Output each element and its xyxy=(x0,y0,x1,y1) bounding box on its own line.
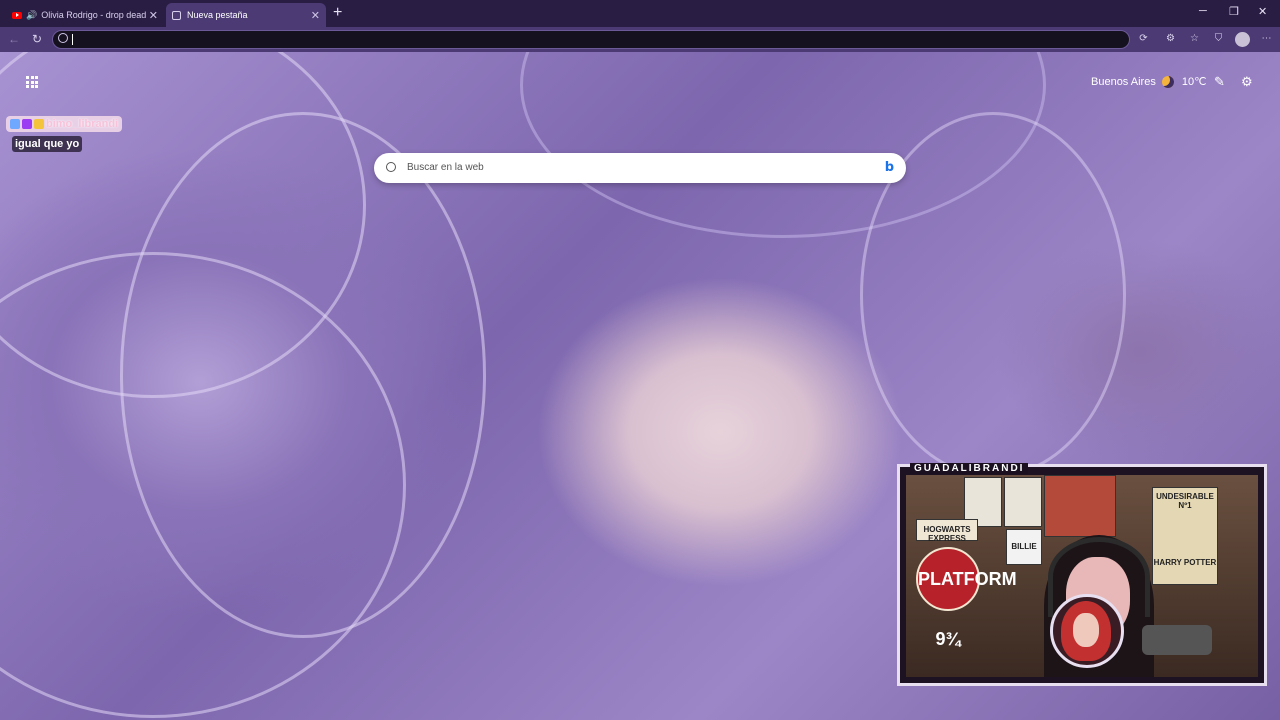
extension-icon[interactable]: ⟳ xyxy=(1138,33,1149,44)
title-bar: 🔊 Olivia Rodrigo - drop dead (a ✕ Nueva … xyxy=(0,0,1280,27)
apps-launcher-icon[interactable] xyxy=(26,76,38,88)
poster xyxy=(1044,475,1116,537)
weather-widget[interactable]: Buenos Aires 10℃ xyxy=(1091,75,1206,88)
platform-sign: PLATFORM 9¾ xyxy=(916,547,1017,649)
pencil-icon[interactable]: ✎ xyxy=(1214,74,1225,90)
microphone xyxy=(1142,625,1212,655)
poster-billie: BILLIE xyxy=(1006,529,1042,565)
restore-button[interactable]: ❐ xyxy=(1229,5,1239,18)
back-button[interactable]: ← xyxy=(8,32,20,46)
tab-youtube[interactable]: 🔊 Olivia Rodrigo - drop dead (a ✕ xyxy=(6,3,164,27)
address-bar[interactable] xyxy=(52,30,1130,49)
bing-icon[interactable]: b xyxy=(885,160,894,175)
tab-new-tab[interactable]: Nueva pestaña ✕ xyxy=(166,3,326,27)
favorites-icon[interactable]: ☆ xyxy=(1189,33,1200,44)
speaker-icon[interactable]: 🔊 xyxy=(26,10,37,21)
badge-icon xyxy=(34,119,44,129)
streamer-avatar xyxy=(1050,594,1124,668)
webcam-title: GUADALIBRANDI xyxy=(910,463,1029,474)
browser-essentials-icon[interactable]: ⚙ xyxy=(1165,33,1176,44)
search-icon xyxy=(58,33,68,43)
browser-toolbar: ← ↻ ⟳ ⚙ ☆ ⛉ ⋯ xyxy=(0,27,1280,52)
more-menu-icon[interactable]: ⋯ xyxy=(1261,33,1272,44)
search-icon xyxy=(386,162,396,172)
search-input[interactable]: Buscar en la web xyxy=(407,162,484,173)
refresh-button[interactable]: ↻ xyxy=(32,32,42,46)
avatar-face xyxy=(1073,613,1099,647)
web-search-box[interactable]: Buscar en la web b xyxy=(374,153,906,183)
weather-city: Buenos Aires xyxy=(1091,75,1156,88)
shield-icon[interactable]: ⛉ xyxy=(1213,33,1224,44)
moon-icon xyxy=(1161,75,1174,88)
text-caret xyxy=(72,34,73,45)
subscriber-badge-icon xyxy=(22,119,32,129)
tab-title: Olivia Rodrigo - drop dead (a xyxy=(41,10,150,20)
weather-temp: 10℃ xyxy=(1181,76,1207,88)
youtube-icon xyxy=(12,11,22,19)
poster xyxy=(1004,477,1042,527)
profile-avatar[interactable] xyxy=(1235,32,1250,47)
chat-message: igual que yo xyxy=(12,136,83,152)
minimize-button[interactable]: ─ xyxy=(1199,5,1207,17)
poster-undesirable: UNDESIRABLE Nº1 HARRY POTTER xyxy=(1152,487,1218,585)
gear-icon[interactable]: ⚙ xyxy=(1241,74,1253,90)
new-tab-button[interactable]: + xyxy=(333,4,342,22)
close-tab-icon[interactable]: ✕ xyxy=(311,9,320,22)
tab-title: Nueva pestaña xyxy=(187,10,248,20)
badge-icon xyxy=(10,119,20,129)
new-tab-page-icon xyxy=(172,10,181,20)
poster-hogwarts-express: HOGWARTS EXPRESS xyxy=(916,519,978,543)
close-window-button[interactable]: ✕ xyxy=(1258,5,1267,18)
chat-username: bimo_librandi xyxy=(6,116,123,132)
close-tab-icon[interactable]: ✕ xyxy=(149,9,158,22)
